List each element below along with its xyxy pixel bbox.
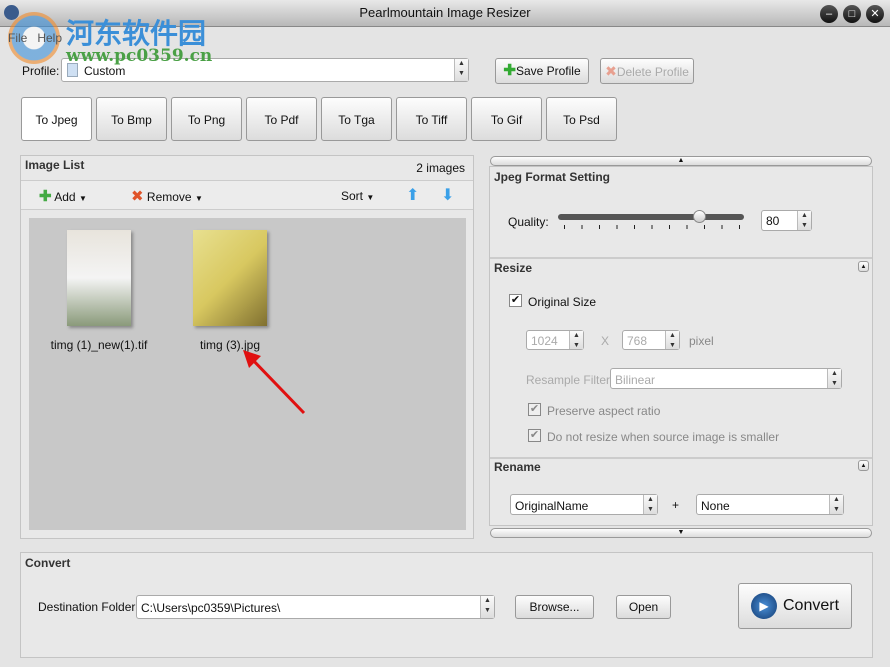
tab-to-png[interactable]: To Png (171, 97, 242, 141)
tab-to-tga[interactable]: To Tga (321, 97, 392, 141)
collapse-resize-button[interactable]: ▲ (858, 261, 869, 272)
rename-value: OriginalName (515, 499, 589, 513)
plus-label: + (672, 498, 680, 512)
image-thumbnail[interactable] (67, 230, 131, 326)
image-filename[interactable]: timg (1)_new(1).tif (29, 338, 169, 352)
tab-to-gif[interactable]: To Gif (471, 97, 542, 141)
jpeg-title: Jpeg Format Setting (494, 170, 611, 184)
profile-value: Custom (84, 64, 126, 78)
x-label: X (601, 334, 610, 348)
watermark-url: www.pc0359.cn (66, 46, 213, 66)
maximize-button[interactable]: □ (843, 5, 861, 23)
collapse-down-button[interactable]: ▼ (490, 528, 872, 538)
image-count: 2 images (416, 161, 465, 175)
image-toolbar: ✚ Add ▼ ✖ Remove ▼ Sort ▼ ⬆ ⬇ (21, 180, 473, 210)
width-value: 1024 (531, 334, 558, 348)
add-label: Add (54, 190, 76, 204)
sort-label: Sort (341, 189, 364, 203)
remove-button[interactable]: ✖ Remove ▼ (131, 187, 203, 205)
spinner-arrows: ▲ ▼ (827, 369, 841, 388)
filter-select[interactable]: Bilinear ▲ ▼ (610, 368, 842, 389)
height-input[interactable]: 768 ▲ ▼ (622, 330, 680, 350)
tab-to-psd[interactable]: To Psd (546, 97, 617, 141)
destination-select[interactable]: C:\Users\pc0359\Pictures\ ▲ ▼ (136, 595, 495, 619)
save-profile-label: Save Profile (515, 64, 581, 78)
destination-label: Destination Folder: (38, 600, 139, 614)
tab-to-tiff[interactable]: To Tiff (396, 97, 467, 141)
red-arrow-annotation (243, 350, 306, 415)
image-list-panel: Image List 2 images ✚ Add ▼ ✖ Remove ▼ S… (20, 155, 474, 539)
convert-button[interactable]: ▶ Convert (738, 583, 852, 629)
no-enlarge-label: Do not resize when source image is small… (547, 430, 780, 444)
tab-to-bmp[interactable]: To Bmp (96, 97, 167, 141)
spinner-arrows: ▲ ▼ (829, 495, 843, 514)
quality-label: Quality: (508, 215, 549, 229)
convert-title: Convert (25, 556, 71, 570)
save-profile-button[interactable]: ✚Save Profile (495, 58, 589, 84)
rename-select[interactable]: OriginalName ▲ ▼ (510, 494, 658, 515)
minimize-button[interactable]: – (820, 5, 838, 23)
quality-input[interactable]: 80 ▲ ▼ (761, 210, 812, 231)
settings-panel: Jpeg Format Setting Quality: 80 ▲ ▼ Resize… (489, 166, 873, 526)
delete-profile-button[interactable]: ✖Delete Profile (600, 58, 694, 84)
filter-value: Bilinear (615, 373, 656, 387)
open-button[interactable]: Open (616, 595, 671, 619)
sort-button[interactable]: Sort ▼ (341, 189, 374, 203)
unit-label: pixel (689, 334, 714, 348)
remove-icon: ✖ (131, 188, 144, 205)
resize-title: Resize (494, 261, 533, 275)
slider-ticks (564, 225, 740, 229)
plus-icon: ✚ (39, 188, 52, 205)
no-enlarge-checkbox[interactable]: ✔ (528, 429, 541, 442)
collapse-rename-button[interactable]: ▲ (858, 460, 869, 471)
spinner-arrows[interactable]: ▲ ▼ (797, 211, 811, 230)
menu-file[interactable]: File (8, 31, 27, 45)
dropdown-icon: ▼ (78, 194, 87, 203)
spinner-arrows: ▲ ▼ (480, 596, 494, 618)
suffix-select[interactable]: None ▲ ▼ (696, 494, 844, 515)
suffix-value: None (701, 499, 730, 513)
height-value: 768 (627, 334, 648, 348)
profile-label: Profile: (22, 64, 60, 78)
remove-label: Remove (146, 190, 192, 204)
image-grid: timg (1)_new(1).tif timg (3).jpg (29, 218, 466, 530)
convert-panel: Convert Destination Folder: C:\Users\pc0… (20, 552, 873, 658)
spinner-arrows: ▲ ▼ (665, 331, 679, 349)
browse-button[interactable]: Browse... (515, 595, 594, 619)
play-icon: ▶ (750, 592, 777, 619)
dropdown-icon: ▼ (194, 194, 203, 203)
destination-value: C:\Users\pc0359\Pictures\ (141, 601, 281, 615)
quality-value: 80 (766, 214, 780, 228)
spinner-arrows: ▲ ▼ (454, 59, 468, 81)
convert-label: Convert (782, 597, 840, 614)
aspect-checkbox[interactable]: ✔ (528, 403, 541, 416)
slider-thumb[interactable] (692, 210, 706, 223)
spinner-arrows: ▲ ▼ (569, 331, 583, 349)
original-size-checkbox[interactable]: ✔ (509, 294, 522, 307)
move-up-icon[interactable]: ⬆ (406, 185, 419, 205)
tab-to-jpeg[interactable]: To Jpeg (21, 97, 92, 141)
image-list-title: Image List (25, 158, 85, 172)
delete-icon: ✖ (605, 63, 617, 79)
window-title: Pearlmountain Image Resizer (359, 5, 531, 20)
original-size-label: Original Size (528, 295, 597, 309)
quality-slider[interactable] (558, 214, 744, 220)
move-down-icon[interactable]: ⬇ (441, 185, 454, 205)
menu-bar: File Help (0, 27, 890, 49)
aspect-label: Preserve aspect ratio (547, 404, 661, 418)
dropdown-icon: ▼ (366, 193, 375, 202)
collapse-up-button[interactable]: ▲ (490, 156, 872, 166)
menu-help[interactable]: Help (37, 31, 62, 45)
width-input[interactable]: 1024 ▲ ▼ (526, 330, 584, 350)
rename-title: Rename (494, 460, 541, 474)
close-button[interactable]: ✕ (866, 5, 884, 23)
filter-label: Resample Filter: (526, 373, 614, 387)
plus-icon: ✚ (503, 62, 516, 79)
add-button[interactable]: ✚ Add ▼ (39, 187, 87, 205)
spinner-arrows: ▲ ▼ (643, 495, 657, 514)
image-thumbnail[interactable] (193, 230, 267, 326)
tab-to-pdf[interactable]: To Pdf (246, 97, 317, 141)
delete-profile-label: Delete Profile (616, 65, 689, 79)
